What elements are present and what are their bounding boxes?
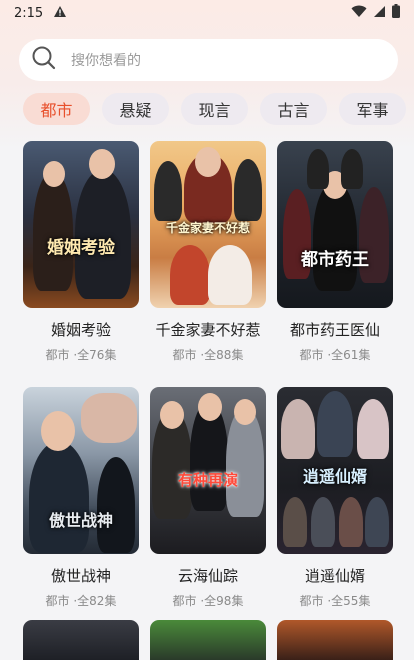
drama-meta: 都市 ·全76集	[45, 348, 117, 362]
search-placeholder: 搜你想看的	[71, 53, 141, 69]
tab-junshi[interactable]: 军事	[339, 93, 406, 125]
search-icon	[31, 45, 57, 75]
drama-title: 云海仙踪	[177, 567, 238, 585]
status-bar: 2:15	[0, 0, 414, 26]
drama-title: 千金家妻不好惹	[155, 321, 261, 339]
drama-poster[interactable]: 婚姻考验	[23, 141, 139, 308]
drama-grid: 婚姻考验 婚姻考验 都市 ·全76集 千金家妻不好惹 千金家妻不好惹 都市 ·全…	[23, 141, 394, 609]
drama-card-partial[interactable]	[277, 620, 393, 660]
battery-icon	[392, 4, 400, 22]
signal-icon	[373, 5, 386, 22]
tab-dushi[interactable]: 都市	[23, 93, 90, 125]
drama-poster[interactable]: 都市药王	[277, 141, 393, 308]
drama-title: 都市药王医仙	[289, 321, 380, 339]
drama-poster[interactable]: 傲世战神	[23, 387, 139, 554]
drama-meta: 都市 ·全98集	[172, 594, 244, 608]
poster-title: 逍遥仙婿	[302, 467, 367, 486]
drama-meta: 都市 ·全88集	[172, 348, 244, 362]
drama-meta: 都市 ·全61集	[299, 348, 371, 362]
drama-title: 傲世战神	[50, 567, 111, 585]
poster-title: 都市药王	[301, 250, 369, 270]
drama-card[interactable]: 婚姻考验 婚姻考验 都市 ·全76集	[23, 141, 139, 363]
drama-meta: 都市 ·全82集	[45, 594, 117, 608]
wifi-icon	[351, 5, 367, 22]
drama-meta: 都市 ·全55集	[299, 594, 371, 608]
drama-card[interactable]: 傲世战神 傲世战神 都市 ·全82集	[23, 387, 139, 609]
category-tabs: 都市 悬疑 现言 古言 军事	[0, 93, 414, 125]
drama-title: 逍遥仙婿	[304, 567, 365, 585]
poster-title: 傲世战神	[48, 511, 113, 530]
drama-poster[interactable]: 有种再演	[150, 387, 266, 554]
alert-icon	[53, 5, 67, 22]
tab-xianyan[interactable]: 现言	[181, 93, 248, 125]
drama-poster[interactable]: 逍遥仙婿	[277, 387, 393, 554]
drama-title: 婚姻考验	[50, 321, 111, 339]
drama-card-partial[interactable]	[150, 620, 266, 660]
drama-card[interactable]: 有种再演 云海仙踪 都市 ·全98集	[150, 387, 266, 609]
poster-title: 千金家妻不好惹	[165, 221, 250, 235]
poster-title: 婚姻考验	[47, 238, 115, 258]
drama-card[interactable]: 逍遥仙婿 逍遥仙婿 都市 ·全55集	[277, 387, 393, 609]
drama-card[interactable]: 千金家妻不好惹 千金家妻不好惹 都市 ·全88集	[150, 141, 266, 363]
drama-poster[interactable]: 千金家妻不好惹	[150, 141, 266, 308]
search-input[interactable]: 搜你想看的	[19, 39, 398, 81]
poster-title: 有种再演	[177, 471, 238, 489]
drama-card[interactable]: 都市药王 都市药王医仙 都市 ·全61集	[277, 141, 393, 363]
drama-card-partial[interactable]	[23, 620, 139, 660]
status-time: 2:15	[14, 5, 44, 21]
tab-guyan[interactable]: 古言	[260, 93, 327, 125]
tab-xuanyi[interactable]: 悬疑	[102, 93, 169, 125]
